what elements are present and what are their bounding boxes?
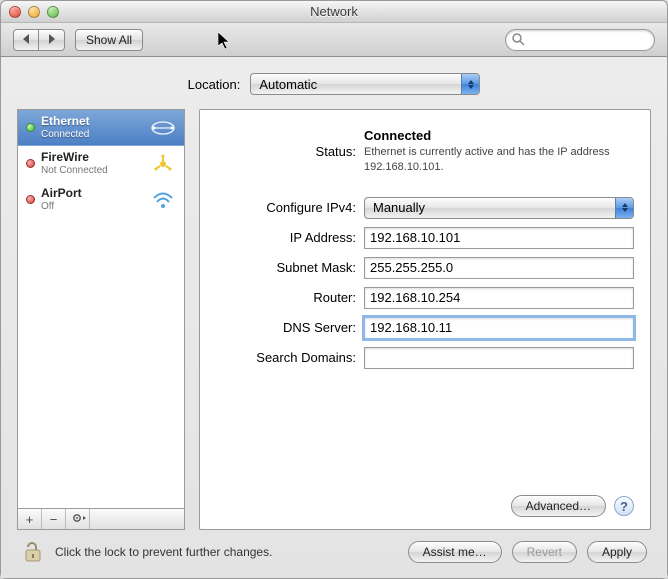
traffic-lights (1, 6, 59, 18)
status-dot-icon (26, 159, 35, 168)
lock-button[interactable] (21, 540, 45, 564)
dns-label: DNS Server: (216, 320, 364, 335)
subnet-row: Subnet Mask: (216, 257, 634, 279)
remove-interface-button[interactable]: − (42, 509, 66, 529)
interface-status: Connected (41, 129, 144, 140)
dns-row: DNS Server: (216, 317, 634, 339)
detail-panel: Status: Connected Ethernet is currently … (199, 109, 651, 530)
firewire-icon (150, 154, 176, 174)
location-row: Location: Automatic (17, 73, 651, 95)
status-description: Ethernet is currently active and has the… (364, 145, 634, 175)
show-all-button[interactable]: Show All (75, 29, 143, 51)
gear-icon (72, 512, 86, 524)
back-button[interactable] (13, 29, 39, 51)
lock-open-icon (23, 541, 43, 563)
location-select[interactable]: Automatic (250, 73, 480, 95)
interface-item-firewire[interactable]: FireWire Not Connected (18, 146, 184, 182)
toolbar: Show All (1, 23, 667, 57)
zoom-button[interactable] (47, 6, 59, 18)
revert-button[interactable]: Revert (512, 541, 577, 563)
network-prefpane-window: Network Show All Location: Automatic (0, 0, 668, 579)
interface-name: AirPort (41, 187, 144, 200)
status-label: Status: (216, 144, 364, 159)
minimize-button[interactable] (28, 6, 40, 18)
configure-label: Configure IPv4: (216, 200, 364, 215)
chevron-right-icon (48, 34, 56, 44)
wifi-icon (150, 190, 176, 210)
select-stepper-icon (615, 198, 633, 218)
nav-seg (13, 29, 65, 51)
status-dot-icon (26, 195, 35, 204)
titlebar: Network (1, 1, 667, 23)
select-stepper-icon (461, 74, 479, 94)
interface-item-airport[interactable]: AirPort Off (18, 182, 184, 218)
interface-actions-button[interactable] (66, 509, 90, 529)
dns-server-input[interactable] (364, 317, 634, 339)
detail-footer: Advanced… ? (216, 495, 634, 517)
chevron-left-icon (22, 34, 30, 44)
add-interface-button[interactable]: + (18, 509, 42, 529)
subnet-mask-input[interactable] (364, 257, 634, 279)
status-dot-icon (26, 123, 35, 132)
location-value: Automatic (259, 77, 317, 92)
ip-address-input[interactable] (364, 227, 634, 249)
content-area: Location: Automatic Ethernet Connected (1, 57, 667, 578)
lock-text: Click the lock to prevent further change… (55, 545, 272, 559)
status-value: Connected (364, 128, 634, 143)
router-input[interactable] (364, 287, 634, 309)
ethernet-icon (150, 118, 176, 138)
search-input[interactable] (505, 29, 655, 51)
interface-text: Ethernet Connected (41, 115, 144, 139)
search-domains-input[interactable] (364, 347, 634, 369)
search-field-wrap (505, 29, 655, 51)
interface-name: Ethernet (41, 115, 144, 128)
subnet-label: Subnet Mask: (216, 260, 364, 275)
interfaces-list[interactable]: Ethernet Connected FireWire Not Connecte… (17, 109, 185, 508)
forward-button[interactable] (39, 29, 65, 51)
interface-text: AirPort Off (41, 187, 144, 211)
interface-name: FireWire (41, 151, 144, 164)
ip-label: IP Address: (216, 230, 364, 245)
ip-row: IP Address: (216, 227, 634, 249)
search-domains-label: Search Domains: (216, 350, 364, 365)
interfaces-sidebar: Ethernet Connected FireWire Not Connecte… (17, 109, 185, 530)
interface-text: FireWire Not Connected (41, 151, 144, 175)
assist-me-button[interactable]: Assist me… (408, 541, 502, 563)
router-label: Router: (216, 290, 364, 305)
window-title: Network (1, 4, 667, 19)
configure-ipv4-select[interactable]: Manually (364, 197, 634, 219)
sidebar-toolbar: + − (17, 508, 185, 530)
help-button[interactable]: ? (614, 496, 634, 516)
main-split: Ethernet Connected FireWire Not Connecte… (17, 109, 651, 530)
interface-item-ethernet[interactable]: Ethernet Connected (18, 110, 184, 146)
router-row: Router: (216, 287, 634, 309)
interface-status: Not Connected (41, 165, 144, 176)
close-button[interactable] (9, 6, 21, 18)
search-domains-row: Search Domains: (216, 347, 634, 369)
apply-button[interactable]: Apply (587, 541, 647, 563)
interface-status: Off (41, 201, 144, 212)
status-row: Status: Connected Ethernet is currently … (216, 128, 634, 175)
location-label: Location: (188, 77, 241, 92)
configure-row: Configure IPv4: Manually (216, 197, 634, 219)
advanced-button[interactable]: Advanced… (511, 495, 606, 517)
bottom-bar: Click the lock to prevent further change… (17, 530, 651, 568)
configure-value: Manually (373, 200, 425, 215)
